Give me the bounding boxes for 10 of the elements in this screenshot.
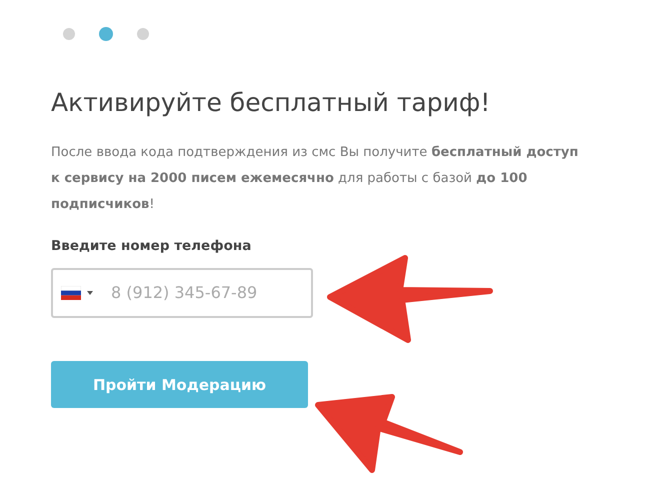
step-dot[interactable] <box>99 27 113 41</box>
step-dot[interactable] <box>137 28 149 40</box>
heading: Активируйте бесплатный тариф! <box>51 88 492 118</box>
caret-icon[interactable] <box>87 291 93 296</box>
field-label: Введите номер телефона <box>51 237 252 256</box>
phone-field[interactable]: 8 (912) 345-67-89 <box>51 268 313 318</box>
description: После ввода кода подтверждения из смс Вы получите бесплатный доступ к сервису на 2000 писем ежемесячно для работы с базой до 100 подписчиков! <box>51 144 579 214</box>
flag-icon <box>61 286 81 300</box>
moderation-button[interactable]: Пройти Модерацию <box>51 361 308 408</box>
step-dot[interactable] <box>63 28 75 40</box>
